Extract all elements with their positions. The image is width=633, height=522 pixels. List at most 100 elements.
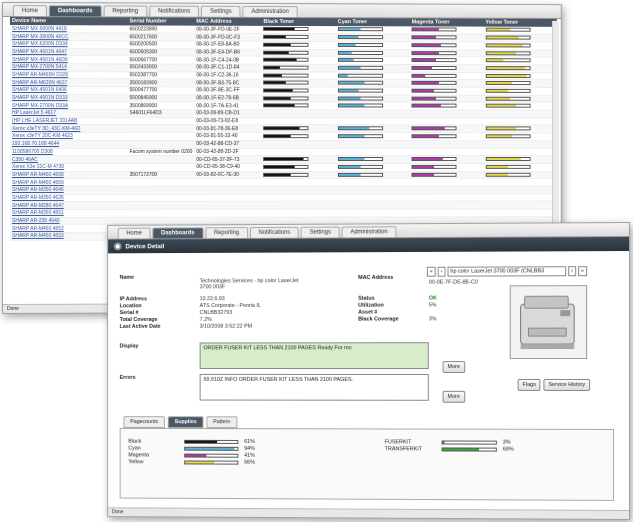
device-name-link[interactable]: 192.168.70.168 4644	[9, 140, 128, 149]
last-active-value: 3/10/2008 3:52:22 PM	[199, 323, 253, 330]
toner-level-fill	[486, 28, 510, 31]
device-select[interactable]: hp color LaserJet 3700 003F (CNLBB3	[447, 266, 567, 277]
device-name-link[interactable]: Xerox x3eTY 20C-KM 4623	[9, 132, 128, 141]
toner-cell	[335, 64, 410, 73]
column-header-black-toner[interactable]: Black Toner	[261, 17, 336, 27]
toner-cell	[261, 94, 336, 103]
toner-cell	[261, 209, 336, 217]
next-icon[interactable]: ›	[568, 266, 576, 277]
device-name-link[interactable]: SHARP MX-3500N 46CC	[9, 32, 128, 41]
device-name-link[interactable]: SHARP MX-4501N 4647	[9, 48, 128, 57]
serial-cell: Facom system number 0200	[127, 148, 195, 156]
toner-level-bar	[485, 126, 531, 131]
toner-level-bar	[485, 96, 531, 101]
column-header-mac[interactable]: MAC Address	[194, 17, 262, 26]
device-name-link[interactable]: Xerox X3e 31C-M 4730	[9, 163, 128, 172]
first-icon[interactable]: «	[426, 266, 436, 277]
display-more-button[interactable]: More	[442, 361, 465, 373]
toner-cell	[261, 155, 336, 164]
table-row[interactable]: Xerox X3e 31C-M 4730 00-CD-65-38-C9-40	[9, 163, 557, 172]
toner-cell	[335, 140, 410, 149]
device-name-link[interactable]: SHARP MX-6200N D334	[9, 40, 128, 49]
errors-field: 59.910Z INFO ORDER FUSER KIT LESS THAN 2…	[199, 373, 429, 401]
device-name-link[interactable]: SHARP AR-235 4640	[9, 217, 128, 225]
toner-level-bar	[337, 126, 383, 131]
toner-cell	[335, 87, 410, 95]
toner-cell	[483, 79, 557, 88]
device-name-link[interactable]: SHARP AR-M280 4647	[9, 201, 128, 210]
tab-dashboards[interactable]: Dashboards	[48, 5, 102, 17]
toner-cell	[335, 79, 410, 88]
toner-level-bar	[411, 157, 457, 162]
tab-dashboards[interactable]: Dashboards	[152, 227, 204, 239]
tab-notifications[interactable]: Notifications	[149, 5, 200, 17]
serial-cell: 6500223890	[127, 25, 195, 34]
device-name-link[interactable]: SHARP MX-2700N D33A	[9, 101, 128, 110]
device-name-link[interactable]: SHARP AR-M350 4646	[9, 186, 128, 195]
column-header-magenta-toner[interactable]: Magenta Toner	[409, 18, 484, 27]
toner-cell	[261, 64, 336, 72]
device-name-link[interactable]: SHARP AR-M620N 4637	[9, 78, 128, 87]
serial-cell: 3500869900	[127, 102, 195, 110]
tab-home[interactable]: Home	[12, 5, 47, 17]
service-history-button[interactable]: Service History	[543, 378, 591, 391]
mac-cell	[194, 201, 262, 210]
ip-value: 10.22.6.93	[199, 296, 225, 303]
device-name-link[interactable]: (HP LHE LASERJET 3314AB	[9, 117, 128, 126]
tab-settings[interactable]: Settings	[201, 5, 241, 17]
errors-more-button[interactable]: More	[442, 390, 465, 403]
tab-notifications[interactable]: Notifications	[249, 226, 300, 238]
device-name-link[interactable]: SHARP MX-4501N 46D9	[9, 55, 128, 64]
tab-reporting[interactable]: Reporting	[205, 227, 248, 239]
column-header-serial[interactable]: Serial Number	[127, 17, 195, 26]
prev-icon[interactable]: ‹	[437, 266, 446, 277]
device-name-link[interactable]: SHARP AR-M350 4651	[9, 209, 128, 218]
toner-level-bar	[411, 43, 457, 48]
toner-cell	[483, 178, 557, 187]
table-row[interactable]: 1158586700 D308 Facom system number 0200 0…	[9, 148, 557, 156]
device-name-link[interactable]: SHARP AR-M450 4658	[9, 171, 128, 179]
printer-image	[509, 285, 588, 360]
toner-level-fill	[486, 127, 517, 130]
toner-level-fill	[486, 158, 521, 161]
toner-cell	[483, 125, 557, 133]
column-header-yellow-toner[interactable]: Yellow Toner	[483, 18, 557, 27]
supply-percent: 94%	[244, 445, 255, 452]
toner-cell	[409, 208, 484, 217]
toner-cell	[409, 33, 484, 42]
tab-administration[interactable]: Administration	[242, 5, 298, 18]
device-name-link[interactable]: C350 46AC	[9, 155, 128, 164]
device-name-link[interactable]: HP LaserJet 5 4617	[9, 109, 128, 118]
tab-supplies[interactable]: Supplies	[167, 416, 204, 429]
location-value: ATS Corporate - Peoria IL	[199, 302, 261, 310]
column-header-cyan-toner[interactable]: Cyan Toner	[335, 18, 410, 27]
toner-cell	[483, 208, 557, 217]
device-name-link[interactable]: SHARP AR-M450 4659	[9, 178, 128, 187]
flags-button[interactable]: Flags	[517, 378, 541, 391]
toner-cell	[483, 72, 557, 80]
device-name-link[interactable]: SHARP MX-4501N 6406	[9, 86, 128, 95]
serial-label: Serial #	[119, 310, 139, 317]
table-row[interactable]: 192.168.70.168 4644 00-03-42-88-CD-37	[9, 140, 557, 149]
device-name-link[interactable]: SHARP AR-M350 4626	[9, 194, 128, 202]
tab-reporting[interactable]: Reporting	[103, 5, 148, 17]
tab-pagecounts[interactable]: Pagecounts	[123, 416, 165, 428]
toner-level-bar	[337, 80, 383, 86]
device-name-link[interactable]: Xerox x3eTY 3D_43C-KM-46D	[9, 124, 128, 133]
device-name-link[interactable]: SHARP MX-2700N 5414	[9, 63, 128, 72]
mac-cell: 08-00-1F-C2-36-16	[194, 71, 262, 80]
device-name-link[interactable]: 1158586700 D308	[9, 148, 128, 156]
tab-home[interactable]: Home	[117, 227, 151, 239]
last-icon[interactable]: »	[577, 266, 587, 277]
supply-level-bar	[184, 439, 239, 444]
device-name-link[interactable]: SHARP MX-4501N D333	[9, 94, 128, 103]
tab-settings[interactable]: Settings	[300, 226, 340, 238]
tab-pattern[interactable]: Pattern	[206, 416, 238, 429]
tab-administration[interactable]: Administration	[341, 226, 397, 238]
serial-cell: 5500477700	[127, 86, 195, 95]
device-name-link[interactable]: SHARP AR-M455N D326	[9, 71, 128, 80]
table-row[interactable]: C350 46AC 00-CD-65-37-2F-73	[9, 155, 557, 164]
toner-level-fill	[338, 97, 361, 100]
toner-cell	[483, 102, 557, 111]
toner-level-fill	[412, 59, 437, 62]
